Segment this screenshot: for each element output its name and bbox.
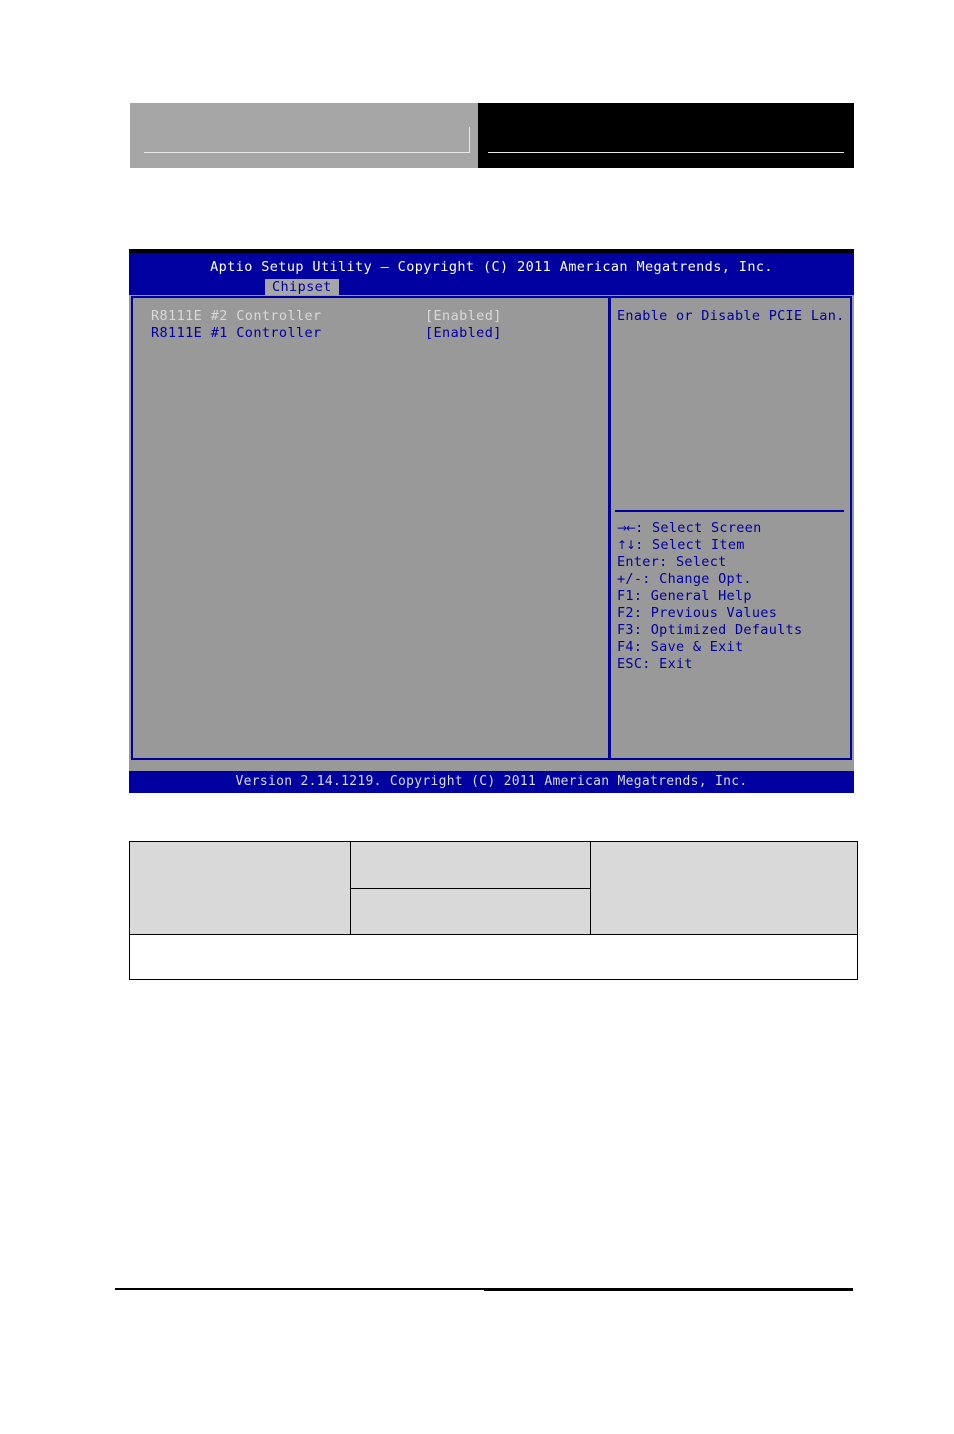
key-legend-select-item: ↑↓: Select Item [617,537,802,554]
setting-row-r8111e-2[interactable]: R8111E #2 Controller [Enabled] [133,308,608,325]
setting-label: R8111E #1 Controller [151,325,322,341]
setting-label: R8111E #2 Controller [151,308,322,324]
bios-setup-screen: Aptio Setup Utility – Copyright (C) 2011… [129,249,854,793]
bios-body-inner: R8111E #2 Controller [Enabled] R8111E #1… [131,296,852,760]
table-cell-col2-bottom [350,888,591,935]
table-row [129,841,858,935]
header-box-right [478,103,854,168]
arrow-left-right-icon: →← [617,521,636,535]
bios-help-pane: Enable or Disable PCIE Lan. →←: Select S… [611,298,850,758]
table-cell-col1 [129,841,351,935]
header-right-underline [488,152,844,153]
key-legend-label: : Select Item [635,537,745,553]
bios-body: R8111E #2 Controller [Enabled] R8111E #1… [129,295,854,773]
key-legend-label: : Select Screen [635,520,762,536]
key-legend-f1-general-help: F1: General Help [617,588,752,604]
document-header [130,103,854,168]
key-legend-esc-exit: ESC: Exit [617,656,693,672]
table-cell-col3 [590,841,858,935]
arrow-up-down-icon: ↑↓ [617,538,636,552]
header-box-left [130,103,478,168]
help-description: Enable or Disable PCIE Lan. [617,308,845,324]
key-legend-change-opt: +/-: Change Opt. [617,571,752,587]
page-footer-rule [115,1288,853,1291]
bottom-table [129,841,858,980]
bios-title: Aptio Setup Utility – Copyright (C) 2011… [210,259,773,275]
key-legend-select-screen: →←: Select Screen [617,520,802,537]
key-legend-f3-optimized-defaults: F3: Optimized Defaults [617,622,803,638]
setting-row-r8111e-1[interactable]: R8111E #1 Controller [Enabled] [133,325,608,342]
table-cell-col2-top [350,841,591,889]
footer-rule-right [484,1288,853,1291]
key-legend: →←: Select Screen ↑↓: Select Item Enter:… [617,520,802,673]
header-left-underline [144,152,470,153]
header-left-vertical-rule [469,127,470,153]
setting-value[interactable]: [Enabled] [425,308,502,325]
bios-tab-bar: Chipset [129,276,854,296]
footer-rule-left [115,1288,484,1290]
key-legend-enter: Enter: Select [617,554,727,570]
tab-chipset[interactable]: Chipset [265,279,339,296]
bios-version-footer: Version 2.14.1219. Copyright (C) 2011 Am… [129,771,854,793]
setting-value[interactable]: [Enabled] [425,325,502,342]
bios-settings-pane: R8111E #2 Controller [Enabled] R8111E #1… [133,298,611,758]
table-cell-fullwidth [129,934,858,980]
key-legend-f4-save-exit: F4: Save & Exit [617,639,744,655]
help-divider [615,510,844,512]
bios-title-bar: Aptio Setup Utility – Copyright (C) 2011… [129,253,854,296]
key-legend-f2-previous-values: F2: Previous Values [617,605,778,621]
table-row [129,934,858,980]
